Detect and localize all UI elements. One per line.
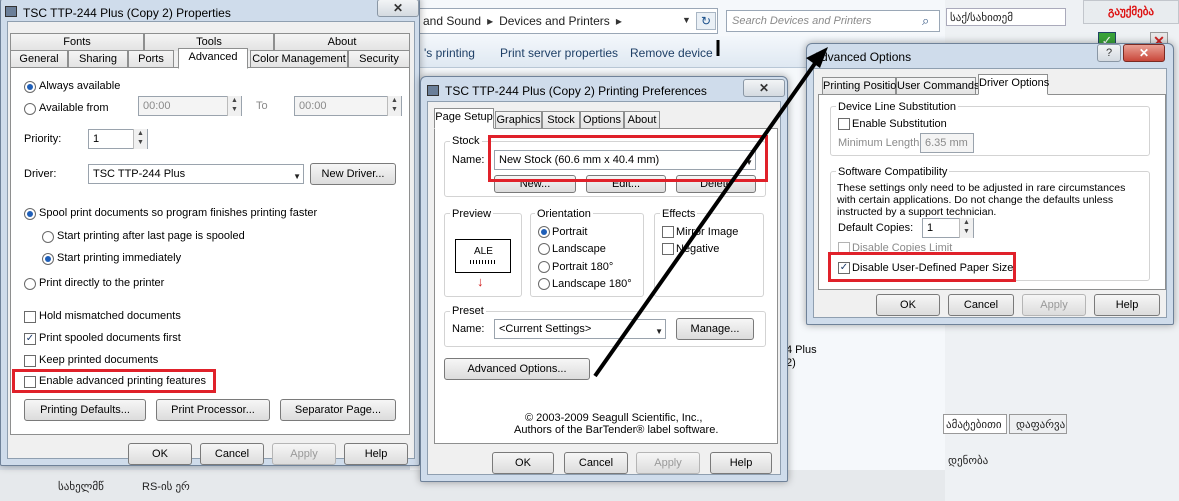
annotation-arrows	[593, 40, 828, 378]
arrow-head-icon	[806, 47, 828, 68]
arrow-line	[593, 60, 818, 378]
